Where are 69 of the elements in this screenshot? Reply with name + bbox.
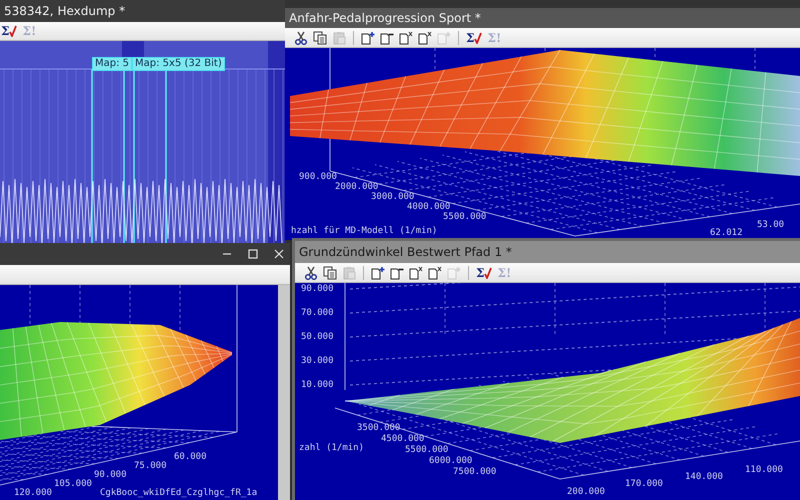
toolbar-button[interactable]: [303, 264, 319, 280]
toolbar-button[interactable]: Σ: [465, 30, 484, 46]
axis-label: CgkBooc_wkiDfEd_Czglhgc_fR_1a: [100, 488, 258, 499]
clipboard-icon: [342, 266, 356, 280]
document-star-icon: [447, 266, 461, 280]
axis-label: 110.000: [745, 465, 783, 476]
maximize-icon: [248, 249, 258, 259]
scrollbar[interactable]: [278, 285, 290, 500]
axis-label: 30.000: [301, 356, 334, 367]
window-title: Anfahr-Pedalprogression Sport *: [289, 11, 482, 25]
axis-label: 120.000: [14, 488, 52, 499]
document-icon: [409, 266, 423, 280]
toolbar-button[interactable]: [322, 264, 338, 280]
document-icon: [428, 266, 442, 280]
document-icon: [418, 30, 432, 44]
axis-label: 10.000: [301, 380, 334, 391]
axis-label: hzahl für MD-Modell (1/min): [291, 226, 438, 237]
check-icon: [484, 266, 492, 278]
toolbar-button[interactable]: Σ: [475, 264, 494, 280]
copy-icon: [323, 266, 337, 280]
axis-label: 6000.000: [429, 456, 472, 467]
document-plus-icon: [371, 266, 385, 280]
toolbar-button[interactable]: [408, 264, 424, 280]
document-minus-icon: [380, 30, 394, 44]
check-icon: [474, 32, 482, 44]
axis-label: 90.000: [94, 470, 127, 481]
axis-label: 3500.000: [357, 423, 400, 434]
axis-label: 4500.000: [381, 434, 424, 445]
toolbar-button[interactable]: [417, 30, 433, 46]
axis-label: 5500.000: [405, 445, 448, 456]
document-star-icon: [437, 30, 451, 44]
clipboard-icon: [332, 30, 346, 44]
toolbar-button[interactable]: [370, 264, 386, 280]
axis-label: 75.000: [134, 461, 167, 472]
map-label: Map: 5: [92, 57, 132, 71]
axis-label: 60.000: [174, 452, 207, 463]
scissors-icon: [304, 266, 318, 280]
window-title: Grundzündwinkel Bestwert Pfad 1 *: [299, 245, 513, 259]
toolbar-button[interactable]: [312, 30, 328, 46]
axis-label: 170.000: [625, 479, 663, 490]
toolbar-button[interactable]: [293, 30, 309, 46]
axis-label: 90.000: [301, 284, 334, 295]
axis-label: 5500.000: [443, 212, 486, 223]
axis-label: 7500.000: [453, 467, 496, 478]
toolbar-button[interactable]: Σ: [0, 23, 18, 39]
axis-label: 200.000: [567, 487, 605, 498]
document-icon: [399, 30, 413, 44]
axis-label: 140.000: [685, 472, 723, 483]
document-minus-icon: [390, 266, 404, 280]
axis-label: 50.000: [301, 332, 334, 343]
axis-label: 53.00: [757, 220, 784, 231]
axis-label: 900.000: [299, 172, 337, 182]
close-icon: [274, 249, 284, 259]
axis-label: 62.012: [710, 228, 743, 239]
map-label: Map: 5x5 (32 Bit): [132, 57, 225, 71]
axis-label: zahl (1/min): [299, 443, 364, 454]
toolbar-button[interactable]: [398, 30, 414, 46]
toolbar-button[interactable]: [360, 30, 376, 46]
window-title: 538342, Hexdump *: [4, 4, 126, 18]
axis-label: 2000.000: [335, 182, 378, 192]
axis-label: 3000.000: [371, 192, 414, 202]
scissors-icon: [294, 30, 308, 44]
axis-label: 70.000: [301, 308, 334, 319]
document-plus-icon: [361, 30, 375, 44]
axis-label: 4000.000: [407, 202, 450, 212]
check-icon: [9, 25, 18, 37]
axis-label: 105.000: [54, 479, 92, 490]
toolbar-button[interactable]: [427, 264, 443, 280]
copy-icon: [313, 30, 327, 44]
